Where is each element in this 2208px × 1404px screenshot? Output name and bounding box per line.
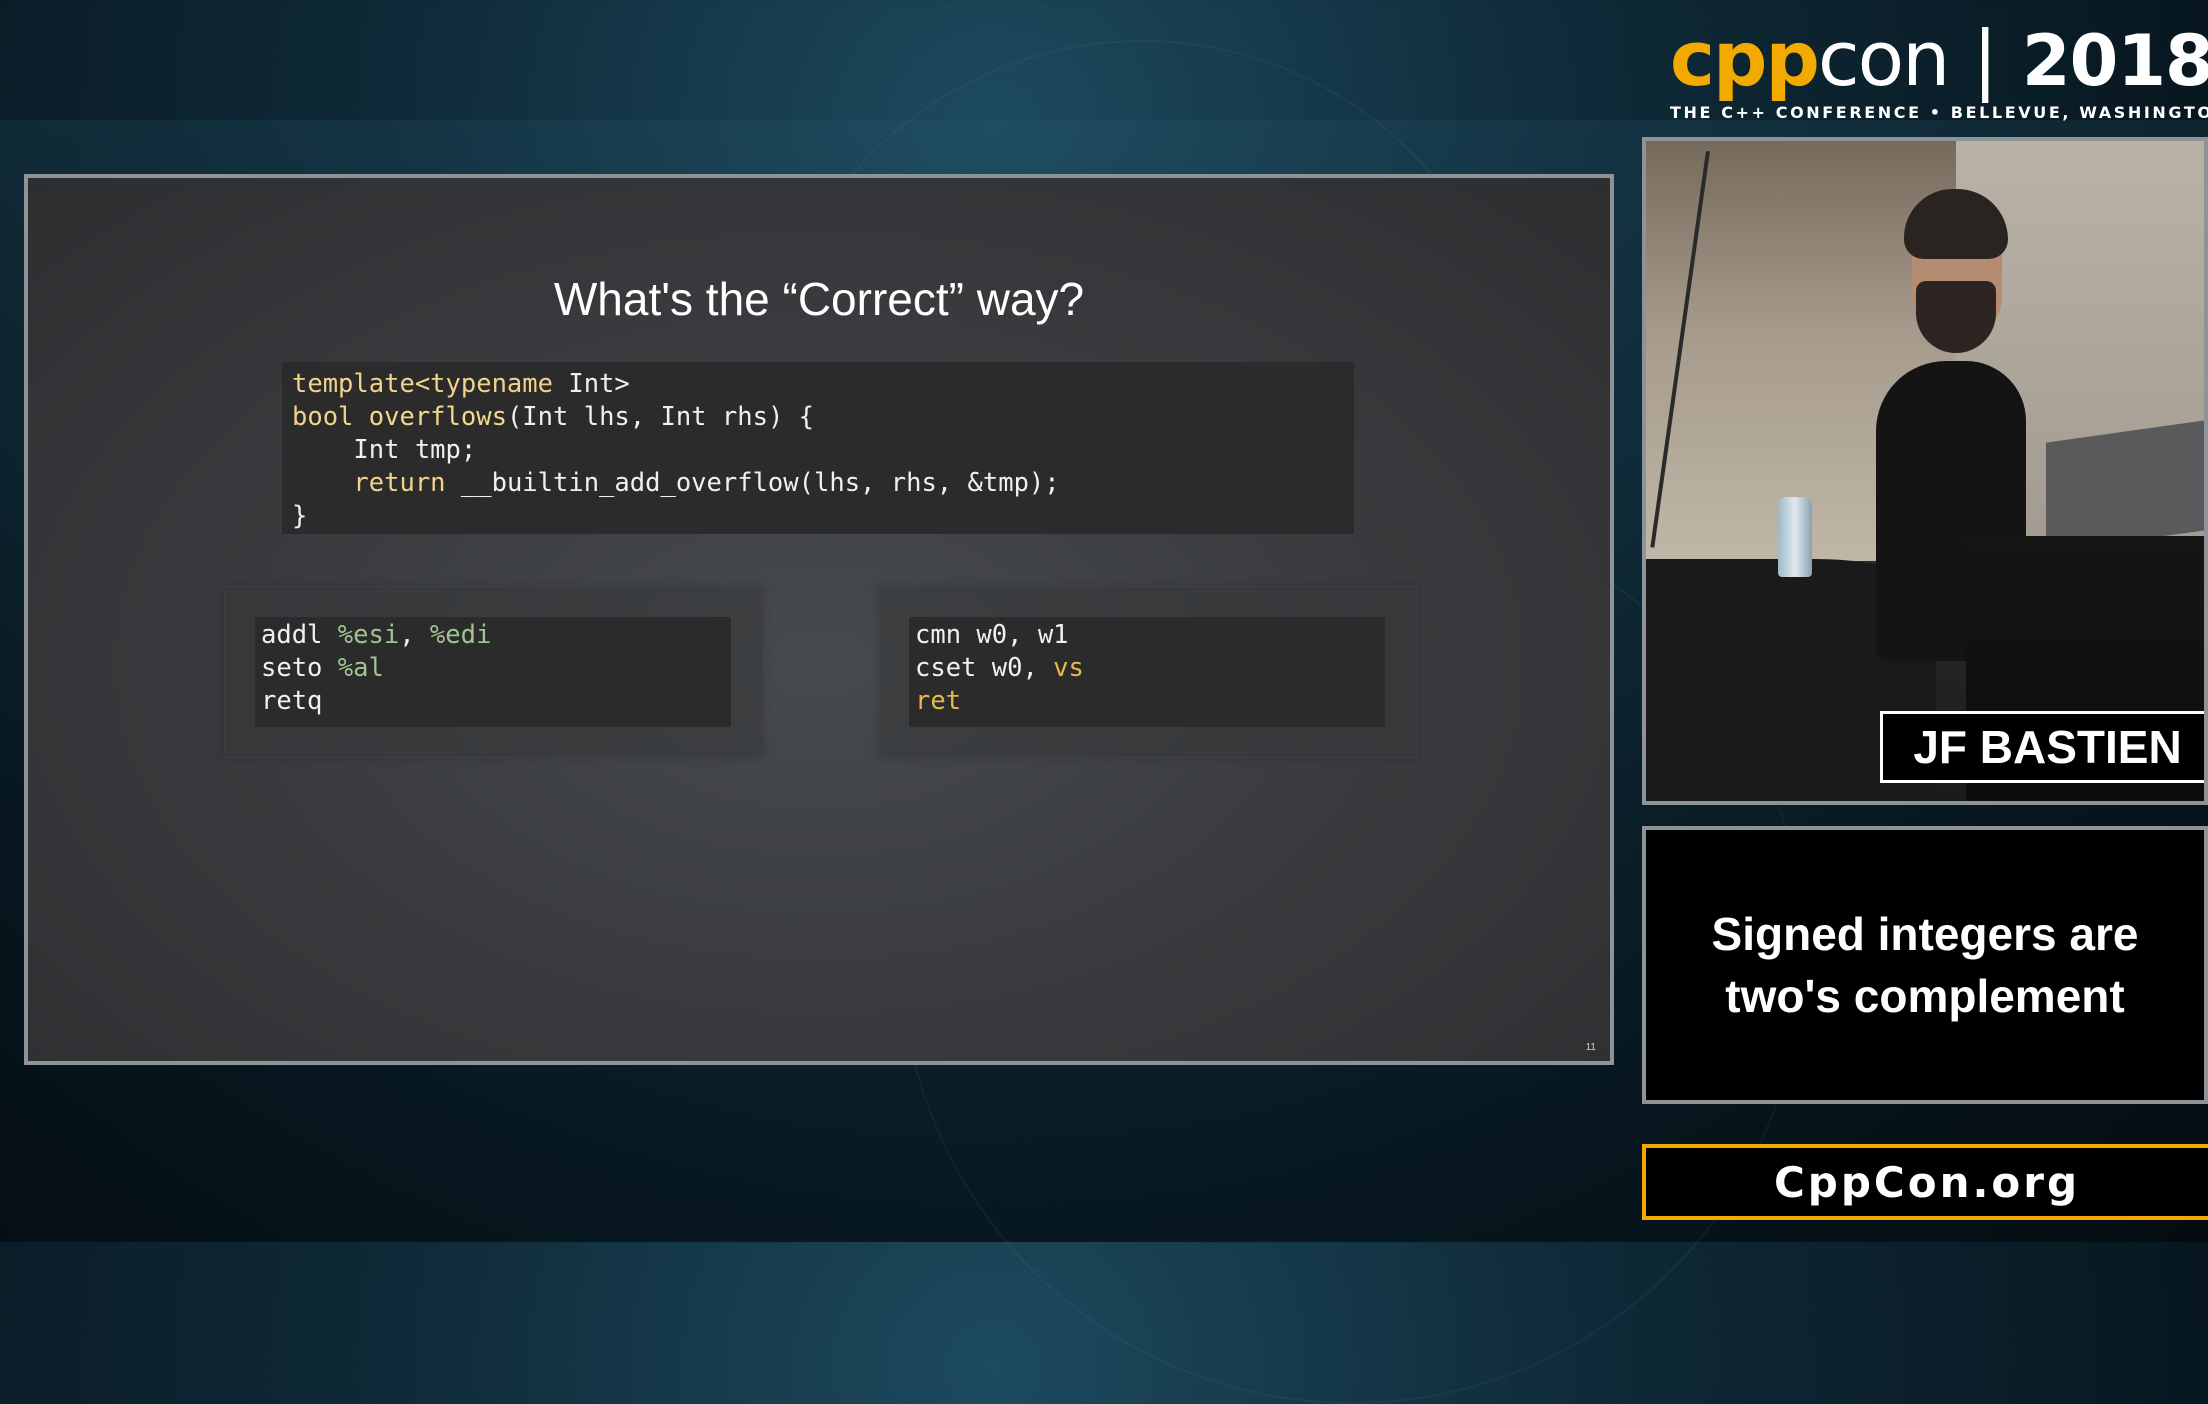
- asm-x86-line-1-op: addl: [261, 620, 338, 650]
- code-line-5: }: [292, 501, 308, 531]
- speaker-video-feed: JF BASTIEN: [1642, 137, 2208, 805]
- code-block-cpp: template<typename Int> bool overflows(In…: [282, 362, 1354, 534]
- code-line-3: Int tmp;: [292, 435, 477, 465]
- laptop: [2046, 419, 2204, 553]
- asm-x86-line-1-sep: ,: [399, 620, 430, 650]
- slide-title: What's the “Correct” way?: [553, 273, 1085, 325]
- asm-x86-line-2-reg: %al: [337, 653, 384, 683]
- caption-line-1: Signed integers are: [1711, 908, 2139, 960]
- code-line-4-rest: __builtin_add_overflow(lhs, rhs, &tmp);: [445, 468, 1060, 498]
- asm-panel-x86: addl %esi, %edi seto %al retq: [224, 586, 764, 758]
- code-line-1-rest: Int>: [553, 369, 630, 399]
- speaker-name-tag: JF BASTIEN: [1880, 711, 2204, 783]
- caption-text: Signed integers are two's complement: [1712, 903, 2139, 1027]
- asm-arm-line-1: cmn w0, w1: [915, 620, 1069, 650]
- asm-x86-line-3: retq: [261, 686, 323, 716]
- asm-arm-line-3: ret: [915, 686, 962, 716]
- cppcon-logo: cppcon | 2018 THE C++ CONFERENCE • BELLE…: [1670, 14, 2208, 124]
- code-line-4-keyword: return: [292, 468, 446, 498]
- code-block-arm: cmn w0, w1 cset w0, vs ret: [909, 617, 1385, 727]
- asm-arm-line-2-cond: vs: [1053, 653, 1084, 683]
- asm-arm-line-2-op: cset w0,: [915, 653, 1054, 683]
- speaker-name: JF BASTIEN: [1913, 721, 2182, 773]
- caption-line-2: two's complement: [1725, 970, 2125, 1022]
- asm-x86-line-1-reg2: %edi: [429, 620, 492, 650]
- logo-con: con: [1817, 14, 1950, 103]
- website-url: CppCon.org: [1773, 1157, 2081, 1207]
- asm-panel-arm: cmn w0, w1 cset w0, vs ret: [878, 586, 1418, 758]
- code-block-x86: addl %esi, %edi seto %al retq: [255, 617, 731, 727]
- presentation-slide: What's the “Correct” way? template<typen…: [24, 174, 1614, 1065]
- asm-x86-line-2-op: seto: [261, 653, 338, 683]
- water-bottle: [1778, 497, 1812, 577]
- slide-page-number: 11: [1585, 1042, 1596, 1053]
- logo-year: 2018: [2021, 20, 2208, 102]
- logo-wordmark: cppcon | 2018: [1670, 14, 2208, 103]
- code-line-2-function: overflows: [353, 402, 507, 432]
- logo-cpp: cpp: [1670, 14, 1820, 103]
- code-line-1-keyword: template<typename: [292, 369, 553, 399]
- logo-divider: |: [1972, 14, 1998, 103]
- asm-x86-line-1-reg1: %esi: [337, 620, 400, 650]
- code-line-2-rest: (Int lhs, Int rhs) {: [506, 402, 814, 432]
- logo-tagline: THE C++ CONFERENCE • BELLEVUE, WASHINGTO…: [1670, 103, 2208, 122]
- code-line-2-keyword: bool: [292, 402, 354, 432]
- website-banner: CppCon.org: [1642, 1144, 2208, 1220]
- talk-caption: Signed integers are two's complement: [1642, 826, 2208, 1104]
